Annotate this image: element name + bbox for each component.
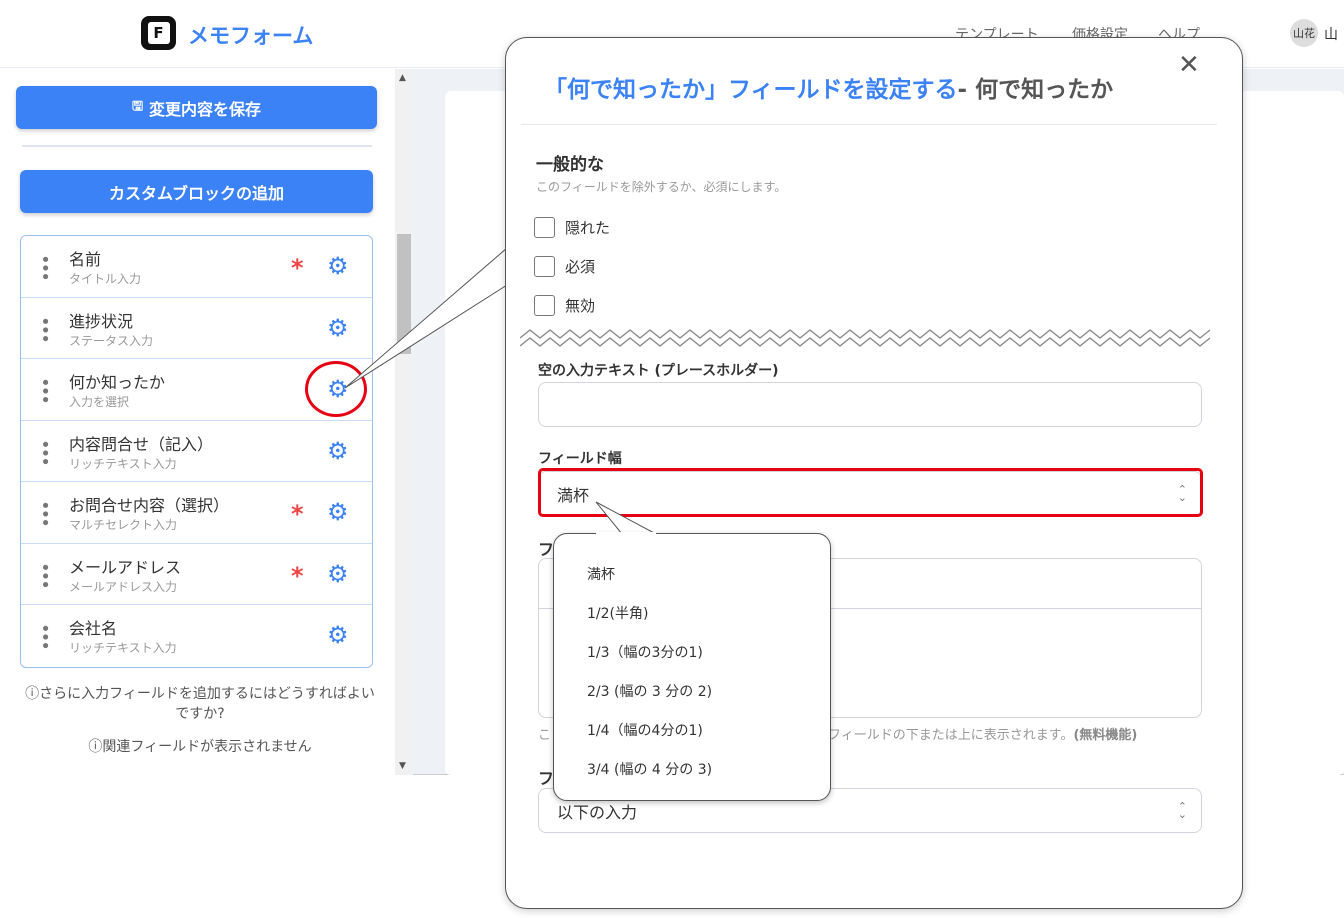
chevron-updown-icon: ⌃ ⌄ <box>1177 799 1187 821</box>
field-list-item[interactable]: ••• メールアドレス メールアドレス入力 * ⚙ <box>21 544 372 605</box>
info-icon: ⓘ <box>25 686 40 702</box>
checkbox-icon <box>534 295 555 316</box>
field-name: 何か知ったか <box>69 373 166 392</box>
dropdown-option[interactable]: 2/3 (幅の 3 分の 2) <box>587 681 712 701</box>
drag-handle-icon[interactable]: ••• <box>34 623 55 649</box>
field-type: タイトル入力 <box>69 272 142 286</box>
field-type: 入力を選択 <box>69 395 130 409</box>
user-name[interactable]: 山 <box>1324 24 1338 44</box>
field-name: メールアドレス <box>69 557 182 577</box>
drag-handle-icon[interactable]: ••• <box>34 316 55 342</box>
save-icon: 🖫 <box>131 98 144 114</box>
dropdown-option[interactable]: 1/2(半角) <box>587 603 648 623</box>
placeholder-label: 空の入力テキスト (プレースホルダー) <box>538 363 779 379</box>
add-custom-block-button[interactable]: カスタムブロックの追加 <box>20 170 373 213</box>
drag-handle-icon[interactable]: ••• <box>34 377 55 403</box>
help-link-add-fields[interactable]: ⓘさらに入力フィールドを追加するにはどうすればよいですか? <box>20 683 380 723</box>
pointer-mask <box>596 532 656 538</box>
field-list: ••• 名前 タイトル入力 * ⚙ ••• 進捗状況 ステータス入力 ⚙ ••• 何… <box>20 235 373 668</box>
hidden-checkbox[interactable]: 隠れた <box>534 217 610 238</box>
divider <box>521 124 1217 125</box>
dropdown-option[interactable]: 満杯 <box>587 564 615 584</box>
checkbox-icon <box>534 217 555 238</box>
field-type: リッチテキスト入力 <box>69 641 177 655</box>
modal-title: 「何で知ったか」フィールドを設定する- 何で知ったか <box>544 77 1114 103</box>
field-type: マルチセレクト入力 <box>69 518 178 532</box>
sidebar: 🖫 変更内容を保存 カスタムブロックの追加 ••• 名前 タイトル入力 * ⚙ ••… <box>0 69 395 775</box>
save-changes-button[interactable]: 🖫 変更内容を保存 <box>16 86 377 129</box>
callout-pointer <box>344 246 508 389</box>
field-name: 会社名 <box>69 619 118 638</box>
field-name: お問合せ内容（選択） <box>69 496 230 515</box>
required-asterisk-icon: * <box>291 561 304 590</box>
required-checkbox[interactable]: 必須 <box>534 256 595 277</box>
required-asterisk-icon: * <box>291 500 304 528</box>
checkbox-icon <box>534 256 555 277</box>
scroll-up-icon[interactable]: ▲ <box>399 73 406 83</box>
help-link-related-fields[interactable]: ⓘ関連フィールドが表示されません <box>20 736 380 756</box>
field-name: 進捗状況 <box>69 311 134 331</box>
field-list-item[interactable]: ••• 進捗状況 ステータス入力 ⚙ <box>21 298 372 359</box>
field-name: 内容問合せ（記入） <box>69 434 214 454</box>
drag-handle-icon[interactable]: ••• <box>34 500 55 526</box>
dropdown-option[interactable]: 1/3（幅の3分の1) <box>587 642 703 662</box>
drag-handle-icon[interactable]: ••• <box>34 562 55 588</box>
brand-name[interactable]: メモフォーム <box>188 20 313 50</box>
required-asterisk-icon: * <box>291 254 304 282</box>
close-icon[interactable]: ✕ <box>1178 50 1200 80</box>
drag-handle-icon[interactable]: ••• <box>34 439 55 465</box>
disabled-checkbox[interactable]: 無効 <box>534 295 595 316</box>
dropdown-option[interactable]: 1/4（幅の4分の1) <box>587 720 703 740</box>
avatar[interactable]: 山花 <box>1290 19 1318 47</box>
field-width-label: フィールド幅 <box>538 451 622 467</box>
field-label-partial: フ <box>538 769 555 788</box>
gear-icon[interactable]: ⚙ <box>327 621 349 649</box>
field-label-partial: フ <box>538 540 555 559</box>
placeholder-input[interactable] <box>538 382 1202 427</box>
field-width-dropdown: 満杯 1/2(半角) 1/3（幅の3分の1) 2/3 (幅の 3 分の 2) 1/4（幅… <box>553 533 831 801</box>
scroll-down-icon[interactable]: ▼ <box>399 761 406 771</box>
general-heading: 一般的な <box>536 155 604 175</box>
zigzag-cut-divider <box>520 329 1211 347</box>
field-list-item[interactable]: ••• お問合せ内容（選択） マルチセレクト入力 * ⚙ <box>21 482 372 544</box>
app-logo[interactable]: F <box>141 16 176 50</box>
divider <box>22 145 372 147</box>
dropdown-option[interactable]: 3/4 (幅の 4 分の 3) <box>587 759 712 779</box>
general-description: このフィールドを除外するか、必須にします。 <box>536 180 787 194</box>
field-type: リッチテキスト入力 <box>69 456 177 471</box>
field-type: メールアドレス入力 <box>69 579 178 594</box>
field-name: 名前 <box>69 250 102 269</box>
field-type: ステータス入力 <box>69 333 154 348</box>
gear-icon[interactable]: ⚙ <box>327 560 349 588</box>
gear-icon[interactable]: ⚙ <box>327 498 349 526</box>
field-list-item[interactable]: ••• 名前 タイトル入力 * ⚙ <box>21 236 372 298</box>
drag-handle-icon[interactable]: ••• <box>34 254 55 280</box>
info-icon: ⓘ <box>88 739 103 755</box>
field-list-item[interactable]: ••• 内容問合せ（記入） リッチテキスト入力 ⚙ <box>21 421 372 482</box>
gear-icon[interactable]: ⚙ <box>327 437 349 465</box>
field-list-item[interactable]: ••• 会社名 リッチテキスト入力 ⚙ <box>21 605 372 667</box>
sidebar-scrollbar[interactable]: ▲ ▼ <box>395 69 413 775</box>
